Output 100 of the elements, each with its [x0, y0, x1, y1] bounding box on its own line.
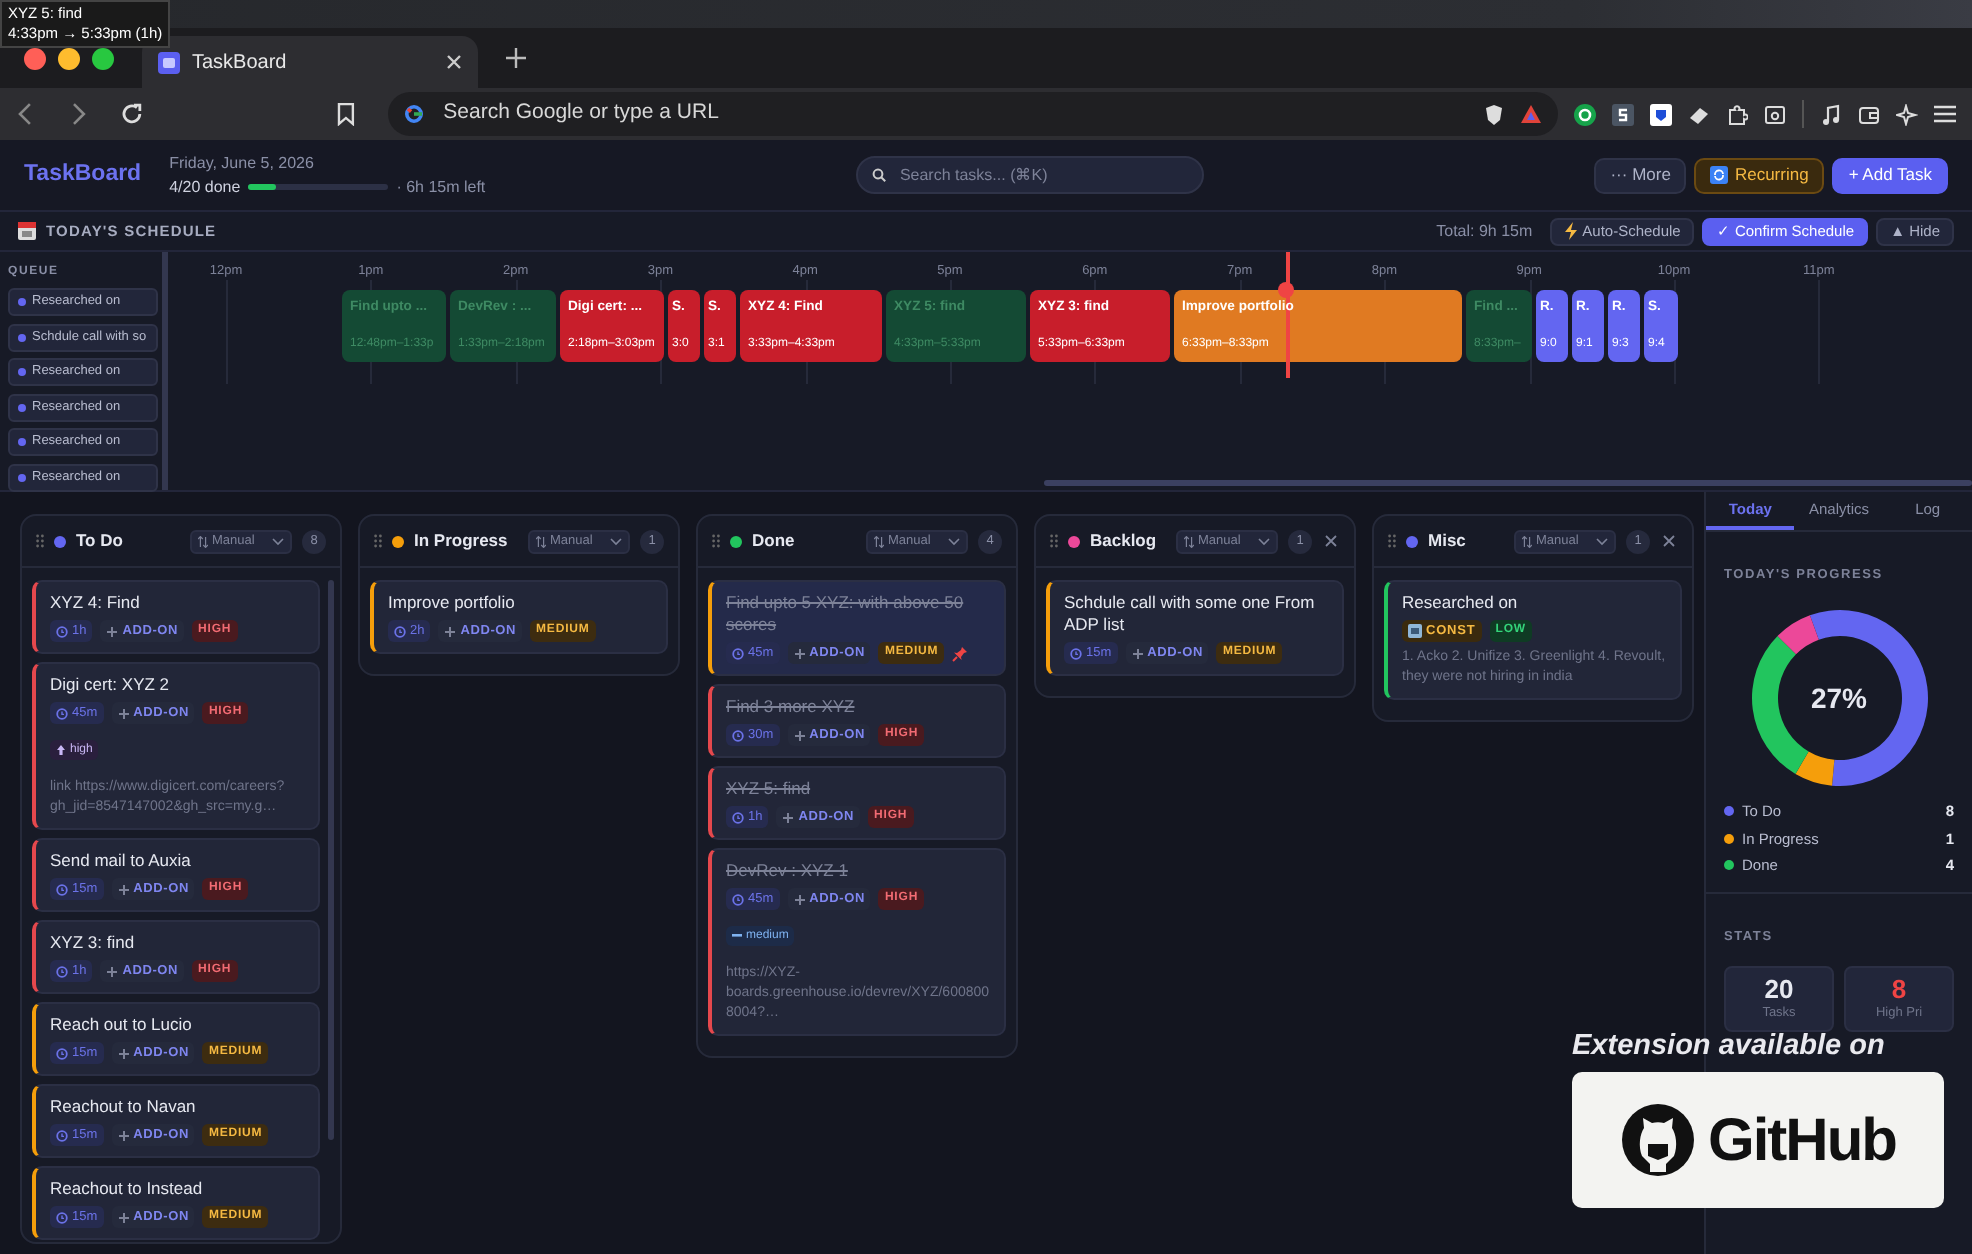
- sort-icon: [874, 535, 884, 547]
- sort-icon: [536, 535, 546, 547]
- back-icon[interactable]: [16, 102, 36, 126]
- zoom-button[interactable]: [92, 47, 114, 69]
- plus-icon: [117, 1211, 130, 1223]
- clock-icon: [56, 1129, 68, 1141]
- date-text: Friday, June 5, 2026: [169, 151, 316, 175]
- clock-icon: [732, 647, 744, 659]
- task-title: Reachout to Instead: [50, 1178, 205, 1200]
- drag-handle-icon[interactable]: [374, 534, 382, 548]
- puzzle-icon[interactable]: [1726, 103, 1749, 125]
- caret-icon: [948, 537, 960, 545]
- shield-icon[interactable]: [1484, 103, 1505, 125]
- close-icon: [1322, 532, 1340, 550]
- close-button[interactable]: [1660, 532, 1678, 550]
- close-button[interactable]: [1322, 532, 1340, 550]
- plus-icon: [106, 965, 119, 977]
- dash-icon: [732, 930, 742, 942]
- scrollbar[interactable]: [1044, 480, 1972, 486]
- column-title: Misc: [1428, 528, 1466, 554]
- add-task-button[interactable]: + Add Task: [1832, 157, 1948, 193]
- task-title: Researched on: [1402, 592, 1520, 614]
- clock-icon: [732, 811, 744, 823]
- total-duration: Total: 9h 15m: [1436, 219, 1533, 243]
- task-title: Reach out to Lucio: [50, 1014, 194, 1036]
- window-icon[interactable]: [1764, 103, 1787, 125]
- task-title: XYZ 4: Find: [50, 592, 142, 614]
- plus-icon: [117, 1129, 130, 1141]
- square-extension-icon[interactable]: [1612, 103, 1635, 125]
- clock-icon: [56, 965, 68, 977]
- pin-icon: [952, 645, 969, 661]
- clock-icon: [1070, 647, 1082, 659]
- task-title: XYZ 5: find: [726, 778, 813, 800]
- drag-handle-icon[interactable]: [1388, 534, 1396, 548]
- search-field[interactable]: Search tasks... (⌘K): [855, 156, 1204, 194]
- caret-icon: [272, 537, 284, 545]
- search-input[interactable]: Search tasks... (⌘K): [895, 161, 1176, 189]
- caret-icon: [1596, 537, 1608, 545]
- drag-handle-icon[interactable]: [36, 534, 44, 548]
- clock-icon: [732, 729, 744, 741]
- sort-icon: [1184, 535, 1194, 547]
- task-title: Find 3 more XYZ: [726, 696, 857, 718]
- plus-icon: [1131, 647, 1144, 659]
- bookmark-icon[interactable]: [335, 102, 356, 126]
- shield-icon[interactable]: [1650, 103, 1673, 125]
- caret-icon: [610, 537, 622, 545]
- task-title: Send mail to Auxia: [50, 850, 193, 872]
- clock-icon: [56, 1047, 68, 1059]
- repeat-icon: [1710, 166, 1729, 184]
- current-time-line: [1286, 252, 1289, 378]
- recurring-button[interactable]: Recurring: [1694, 157, 1825, 193]
- sort-icon: [198, 535, 208, 547]
- new-tab-icon[interactable]: [506, 48, 526, 68]
- wallet-icon[interactable]: [1858, 103, 1881, 125]
- done-count: 4/20 done: [169, 175, 241, 199]
- brand-name: GitHub: [1708, 1105, 1896, 1177]
- clock-icon: [732, 893, 744, 905]
- scrollbar[interactable]: [328, 580, 334, 1140]
- stat-value: 8: [1891, 973, 1907, 1003]
- address-bar[interactable]: Search Google or type a URL: [387, 92, 1559, 136]
- column-title: Backlog: [1090, 528, 1157, 554]
- round-extension-icon[interactable]: [1574, 103, 1597, 125]
- menu-icon[interactable]: [1934, 104, 1957, 124]
- close-icon: [1660, 532, 1678, 550]
- search-icon: [871, 168, 886, 182]
- drag-handle-icon[interactable]: [712, 534, 720, 548]
- task-title: Find upto 5 XYZ: with above 50 scores: [726, 592, 966, 636]
- eraser-icon[interactable]: [1688, 103, 1711, 125]
- task-title: Schdule call with some one From ADP list: [1064, 592, 1317, 636]
- clock-icon: [56, 1211, 68, 1223]
- task-title: DevRev : XYZ 1: [726, 860, 850, 882]
- task-title: Digi cert: XYZ 2: [50, 674, 172, 696]
- category-icon: [1408, 624, 1422, 638]
- tab-title: TaskBoard: [192, 49, 289, 77]
- task-title: XYZ 3: find: [50, 932, 137, 954]
- cat-logo-icon: [1620, 1102, 1696, 1178]
- percent-label: 27%: [1808, 680, 1870, 718]
- caret-icon: [1258, 537, 1270, 545]
- plus-icon: [444, 625, 457, 637]
- promo-badge[interactable]: GitHub: [1572, 1072, 1944, 1208]
- close-window-button[interactable]: [24, 47, 46, 69]
- clock-icon: [56, 883, 68, 895]
- plus-icon: [117, 707, 130, 719]
- stat-value: 20: [1764, 973, 1794, 1003]
- clock-icon: [394, 625, 406, 637]
- column-title: To Do: [76, 528, 123, 554]
- reload-icon[interactable]: [119, 102, 144, 126]
- close-icon[interactable]: [446, 54, 462, 70]
- plus-icon: [117, 883, 130, 895]
- plus-icon: [793, 647, 806, 659]
- app-favicon-icon: [158, 51, 180, 73]
- plus-icon: [793, 893, 806, 905]
- more-button[interactable]: ··· More: [1594, 157, 1687, 193]
- sparkle-icon[interactable]: [1896, 103, 1919, 125]
- plus-icon: [793, 729, 806, 741]
- minimize-button[interactable]: [58, 47, 80, 69]
- music-icon[interactable]: [1820, 103, 1843, 125]
- triangle-icon[interactable]: [1520, 104, 1543, 124]
- plus-icon: [106, 625, 119, 637]
- drag-handle-icon[interactable]: [1050, 534, 1058, 548]
